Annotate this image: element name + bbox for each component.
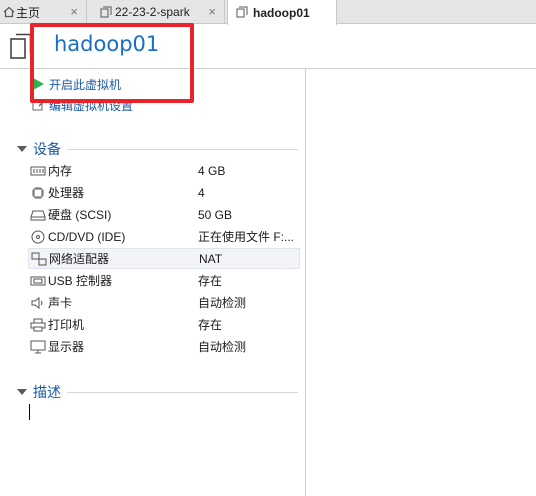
device-row-printer[interactable]: 打印机 存在 [28, 314, 300, 335]
device-row-network-adapter[interactable]: 网络适配器 NAT [28, 248, 300, 269]
highlight-annotation-box [30, 23, 194, 103]
vm-icon [10, 33, 32, 59]
divider [67, 392, 298, 393]
device-value: NAT [199, 251, 223, 266]
tab-22-23-2-spark[interactable]: 22-23-2-spark × [87, 0, 225, 24]
close-icon[interactable]: × [70, 4, 78, 19]
usb-icon [30, 276, 46, 285]
network-adapter-icon [31, 252, 47, 265]
device-value: 4 GB [198, 163, 226, 178]
chevron-down-icon [17, 146, 27, 152]
device-row-memory[interactable]: 内存 4 GB [28, 160, 300, 181]
device-value: 自动检测 [198, 296, 247, 310]
divider [67, 149, 298, 150]
tab-bar: 主页 × 22-23-2-spark × hadoop01 [0, 0, 536, 25]
tab-home[interactable]: 主页 × [0, 0, 87, 24]
hard-disk-icon [30, 210, 46, 220]
description-section-title: 描述 [33, 384, 61, 400]
device-value: 50 GB [198, 207, 233, 222]
device-value: 自动检测 [198, 340, 247, 354]
device-name: 声卡 [48, 296, 73, 310]
tab-label: hadoop01 [253, 5, 310, 20]
device-value: 4 [198, 185, 205, 200]
devices-section-toggle[interactable]: 设备 [17, 140, 61, 158]
devices-section-title: 设备 [33, 141, 61, 157]
device-value: 正在使用文件 F:... [198, 230, 295, 244]
vm-icon [100, 6, 112, 18]
description-text-cursor[interactable] [29, 404, 30, 420]
close-icon[interactable]: × [208, 4, 216, 19]
device-row-hard-disk[interactable]: 硬盘 (SCSI) 50 GB [28, 204, 300, 225]
memory-icon [30, 166, 46, 175]
processor-icon [32, 186, 44, 199]
tab-label: 主页 [16, 5, 41, 20]
device-row-processor[interactable]: 处理器 4 [28, 182, 300, 203]
device-row-display[interactable]: 显示器 自动检测 [28, 336, 300, 357]
device-row-cd-dvd[interactable]: CD/DVD (IDE) 正在使用文件 F:... [28, 226, 300, 247]
device-value: 存在 [198, 318, 223, 332]
printer-icon [30, 318, 46, 331]
device-name: CD/DVD (IDE) [48, 229, 126, 244]
device-name: 显示器 [48, 340, 85, 354]
device-name: 内存 [48, 164, 73, 178]
device-name: 硬盘 (SCSI) [48, 208, 112, 222]
cd-dvd-icon [31, 230, 45, 243]
device-name: USB 控制器 [48, 274, 113, 288]
vm-icon [236, 6, 248, 18]
device-row-sound-card[interactable]: 声卡 自动检测 [28, 292, 300, 313]
sound-card-icon [31, 296, 43, 309]
device-row-usb[interactable]: USB 控制器 存在 [28, 270, 300, 291]
chevron-down-icon [17, 389, 27, 395]
device-name: 打印机 [48, 318, 85, 332]
device-name: 网络适配器 [49, 252, 110, 266]
display-icon [30, 340, 46, 353]
description-section-toggle[interactable]: 描述 [17, 383, 61, 401]
tab-hadoop01[interactable]: hadoop01 [227, 0, 337, 25]
home-icon [3, 6, 15, 18]
tab-label: 22-23-2-spark [115, 5, 190, 19]
device-name: 处理器 [48, 186, 85, 200]
device-value: 存在 [198, 274, 223, 288]
